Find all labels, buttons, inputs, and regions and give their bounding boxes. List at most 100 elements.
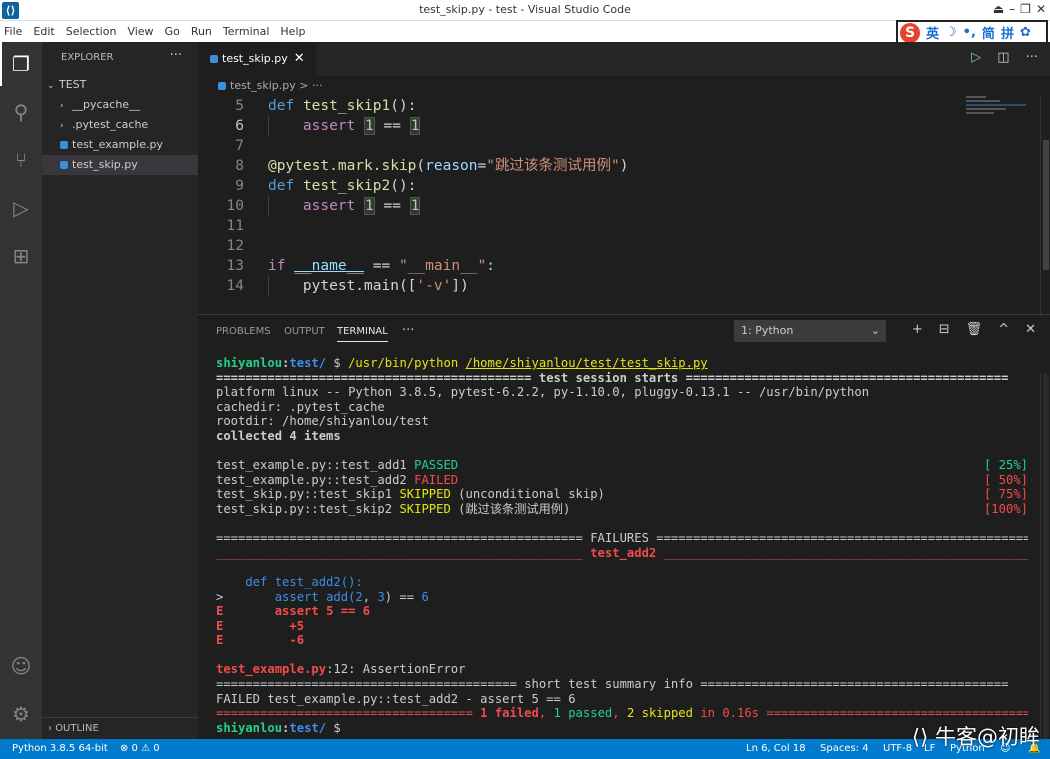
- encoding[interactable]: UTF-8: [883, 739, 912, 759]
- active-indicator: [0, 42, 2, 86]
- ime-settings-icon[interactable]: ✿: [1020, 25, 1031, 40]
- tab-problems[interactable]: PROBLEMS: [216, 326, 271, 337]
- run-debug-icon[interactable]: ▷: [9, 196, 33, 220]
- menu-terminal[interactable]: Terminal: [223, 25, 270, 38]
- explorer-sidebar: EXPLORER ··· ⌄ TEST › __pycache__ › .pytest…: [42, 42, 198, 739]
- watermark: ⟨⟩ 牛客@初眸: [911, 725, 1040, 749]
- terminal-select[interactable]: 1: Python ⌄: [734, 320, 886, 342]
- python-file-icon: [60, 141, 68, 149]
- watermark-logo-icon: ⟨⟩: [911, 725, 929, 749]
- terminal-line: E assert 5 == 6: [216, 604, 371, 619]
- manage-gear-icon[interactable]: ⚙: [9, 702, 33, 726]
- restore-button[interactable]: ❐: [1020, 2, 1031, 16]
- tab-output[interactable]: OUTPUT: [284, 326, 325, 337]
- terminal-line: E -6: [216, 633, 305, 648]
- search-icon[interactable]: ⚲: [9, 100, 33, 124]
- minimize-button[interactable]: –: [1009, 2, 1015, 16]
- problems-count[interactable]: ⊗ 0 ⚠ 0: [120, 739, 160, 759]
- ime-moon-icon[interactable]: ☽: [945, 25, 957, 40]
- activity-bar: ❐ ⚲ ⑂ ▷ ⊞ ☺ ⚙: [0, 42, 42, 739]
- code-view[interactable]: 5 def test_skip1(): 6 assert 1 == 1 7 8 @p…: [198, 96, 968, 296]
- code-line-current: 6 assert 1 == 1: [235, 116, 421, 136]
- account-icon[interactable]: ☺: [9, 654, 33, 678]
- menu-edit[interactable]: Edit: [33, 25, 54, 38]
- title-bar: ⟨⟩ test_skip.py - test - Visual Studio C…: [0, 0, 1050, 21]
- menu-selection[interactable]: Selection: [66, 25, 117, 38]
- terminal-line: shiyanlou:test/ $ /usr/bin/python /home/…: [216, 356, 708, 370]
- python-file-icon: [210, 55, 218, 63]
- run-file-icon[interactable]: ▷: [971, 50, 981, 65]
- explorer-more-button[interactable]: ···: [170, 48, 182, 63]
- terminal-line: E +5: [216, 618, 305, 633]
- eject-icon[interactable]: ⏏: [993, 2, 1004, 16]
- python-interpreter[interactable]: Python 3.8.5 64-bit: [12, 739, 108, 759]
- terminal-scrollbar[interactable]: [1040, 373, 1050, 739]
- menu-go[interactable]: Go: [165, 25, 180, 38]
- menu-run[interactable]: Run: [191, 25, 212, 38]
- tree-root[interactable]: ⌄ TEST: [42, 75, 198, 95]
- indentation[interactable]: Spaces: 4: [820, 739, 869, 759]
- chevron-down-icon: ⌄: [870, 324, 880, 337]
- tab-test-skip[interactable]: test_skip.py ✕: [198, 42, 316, 76]
- python-file-icon: [218, 82, 226, 90]
- cursor-position[interactable]: Ln 6, Col 18: [746, 739, 806, 759]
- code-line: 14 pytest.main(['-v']): [226, 276, 469, 296]
- explorer-header: EXPLORER: [61, 52, 114, 63]
- terminal-output[interactable]: shiyanlou:test/ $ /usr/bin/python /home/…: [216, 356, 1028, 735]
- terminal-line: def test_add2():: [216, 574, 363, 589]
- chevron-right-icon: ›: [60, 121, 64, 131]
- extensions-icon[interactable]: ⊞: [9, 244, 33, 268]
- menu-help[interactable]: Help: [280, 25, 305, 38]
- ime-punct-toggle[interactable]: •,: [963, 25, 976, 40]
- code-line: 10 assert 1 == 1: [226, 196, 421, 216]
- tree-item-test-example[interactable]: test_example.py: [42, 135, 198, 155]
- chevron-down-icon: ⌄: [47, 81, 55, 91]
- panel-actions: + ⊟ 🗑 ^ ✕: [912, 322, 1036, 337]
- tab-terminal[interactable]: TERMINAL: [337, 326, 388, 342]
- editor-tabs: test_skip.py ✕ ▷ ◫ ···: [198, 42, 1050, 76]
- bottom-panel: PROBLEMS OUTPUT TERMINAL ··· 1: Python ⌄ …: [198, 314, 1050, 739]
- ime-simplified-toggle[interactable]: 简: [982, 23, 995, 42]
- close-tab-icon[interactable]: ✕: [294, 51, 305, 66]
- editor-scrollbar[interactable]: [1040, 96, 1050, 314]
- tree-item-pycache[interactable]: › __pycache__: [42, 95, 198, 115]
- tree-item-test-skip[interactable]: test_skip.py: [42, 155, 198, 175]
- breadcrumb[interactable]: test_skip.py > ···: [198, 76, 1050, 96]
- terminal-line: ========================================…: [216, 677, 1009, 692]
- ime-logo[interactable]: S: [900, 22, 920, 43]
- test-result-line: test_example.py::test_add1 PASSED[ 25%]: [216, 458, 1028, 473]
- ime-lang-toggle[interactable]: 英: [926, 23, 939, 42]
- terminal-line: collected 4 items: [216, 428, 341, 443]
- terminal-line: FAILED test_example.py::test_add2 - asse…: [216, 691, 576, 706]
- explorer-icon[interactable]: ❐: [9, 52, 33, 76]
- menu-view[interactable]: View: [127, 25, 153, 38]
- close-panel-icon[interactable]: ✕: [1025, 322, 1036, 337]
- split-editor-icon[interactable]: ◫: [997, 50, 1009, 65]
- python-file-icon: [60, 161, 68, 169]
- code-line: 11: [226, 218, 244, 234]
- terminal-line: ========================================…: [216, 531, 1028, 546]
- terminal-prompt[interactable]: shiyanlou:test/ $: [216, 721, 1028, 736]
- minimap[interactable]: [966, 96, 1038, 156]
- code-line: 7: [235, 138, 244, 154]
- terminal-line: > assert add(2, 3) == 6: [216, 589, 429, 604]
- close-window-button[interactable]: ✕: [1036, 2, 1046, 16]
- trash-icon[interactable]: 🗑: [966, 322, 983, 337]
- tree-item-pytest-cache[interactable]: › .pytest_cache: [42, 115, 198, 135]
- menu-file[interactable]: File: [4, 25, 22, 38]
- panel-more-button[interactable]: ···: [402, 323, 414, 338]
- code-line: 9 def test_skip2():: [235, 178, 417, 194]
- ime-pinyin-toggle[interactable]: 拼: [1001, 23, 1014, 42]
- source-control-icon[interactable]: ⑂: [9, 148, 33, 172]
- code-line: 8 @pytest.mark.skip(reason="跳过该条测试用例"): [235, 158, 629, 174]
- new-terminal-icon[interactable]: +: [912, 322, 923, 337]
- editor-more-icon[interactable]: ···: [1026, 50, 1038, 65]
- split-terminal-icon[interactable]: ⊟: [939, 322, 950, 337]
- chevron-right-icon: ›: [60, 101, 64, 111]
- code-line: 5 def test_skip1():: [235, 98, 417, 114]
- maximize-panel-icon[interactable]: ^: [998, 322, 1009, 337]
- outline-section[interactable]: › OUTLINE: [42, 717, 198, 739]
